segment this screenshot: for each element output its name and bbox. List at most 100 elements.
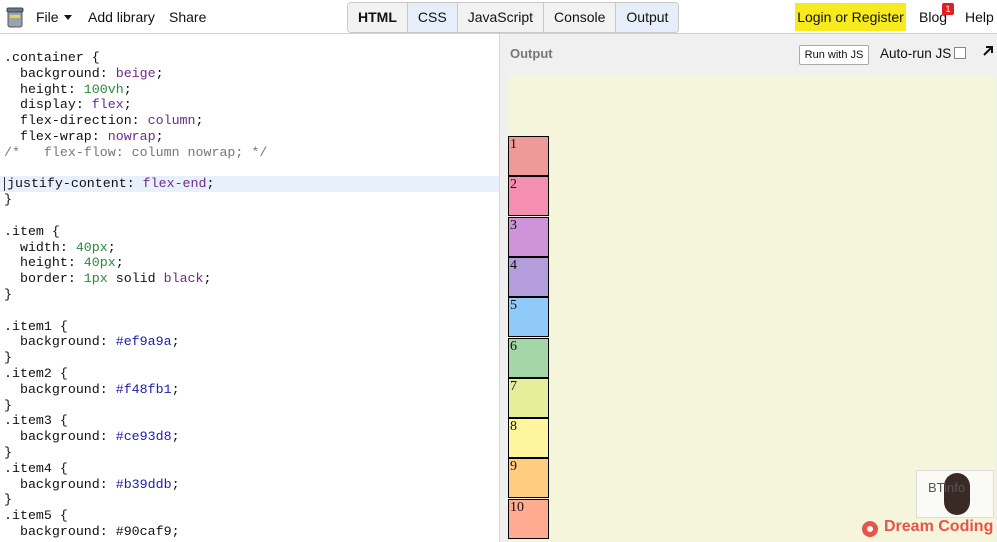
flex-item-3: 3 xyxy=(508,216,549,257)
video-watermark: BTinfo xyxy=(916,470,994,518)
output-title: Output xyxy=(510,46,553,61)
value-text: beige xyxy=(115,65,156,81)
value-text: #ef9a9a xyxy=(115,334,172,350)
add-library-menu[interactable]: Add library xyxy=(88,0,155,34)
brand-text: Dream Coding xyxy=(884,518,994,535)
value-text: column xyxy=(147,113,196,129)
code-line: .item4 { xyxy=(4,460,499,477)
selector-text: .item4 { xyxy=(4,460,68,476)
panel-tabs: HTML CSS JavaScript Console Output xyxy=(347,2,680,33)
code-line: background: #90caf9; xyxy=(4,523,499,540)
property-text: background: xyxy=(4,334,116,350)
selector-text: .item3 { xyxy=(4,413,68,429)
code-line: } xyxy=(4,445,499,461)
selector-text: .container { xyxy=(4,50,100,65)
brace-text: } xyxy=(4,397,12,413)
property-text: background: xyxy=(4,65,116,81)
property-text: width: xyxy=(4,239,76,255)
auto-run-label: Auto-run JS xyxy=(880,46,952,61)
code-line: .item5 { xyxy=(4,508,499,524)
code-line: } xyxy=(4,397,499,414)
code-line: background: #b39ddb; xyxy=(4,476,499,493)
expand-arrow-icon[interactable] xyxy=(981,44,995,58)
punct-text: ; xyxy=(206,176,215,192)
value-text: #f48fb1 xyxy=(115,381,172,397)
code-line: flex-direction: column; xyxy=(4,113,499,129)
tab-css[interactable]: CSS xyxy=(407,3,458,32)
code-content[interactable]: .container { background: beige; height: … xyxy=(0,50,499,540)
tab-output[interactable]: Output xyxy=(616,3,679,32)
flex-item-2: 2 xyxy=(508,176,549,217)
punct-text: ; xyxy=(155,128,164,144)
code-line: height: 40px; xyxy=(4,255,499,271)
code-line: width: 40px; xyxy=(4,239,499,256)
code-line: background: beige; xyxy=(4,65,499,82)
property-text: background: xyxy=(4,429,116,445)
brace-text: } xyxy=(4,492,12,508)
tab-javascript[interactable]: JavaScript xyxy=(458,3,545,32)
text-cursor xyxy=(4,176,5,191)
property-text: height: xyxy=(4,81,84,97)
flex-item-7: 7 xyxy=(508,377,549,418)
code-line: flex-wrap: nowrap; xyxy=(4,128,499,145)
punct-text: ; xyxy=(115,255,124,271)
code-line: height: 100vh; xyxy=(4,81,499,98)
tab-html[interactable]: HTML xyxy=(348,3,408,32)
value-text: 100vh xyxy=(83,81,124,97)
output-panel: Output Run with JS Auto-run JS 123456789… xyxy=(500,34,997,542)
code-line: .item1 { xyxy=(4,319,499,335)
code-line: display: flex; xyxy=(4,97,499,113)
help-link[interactable]: Help xyxy=(965,0,994,34)
value-text: flex xyxy=(91,97,124,113)
punct-text: ; xyxy=(123,81,132,97)
value-text: #ce93d8 xyxy=(115,429,172,445)
value-text: black xyxy=(163,271,204,287)
punct-text: ; xyxy=(107,239,116,255)
value-text: flex-end xyxy=(142,176,207,192)
value-text: 40px xyxy=(75,239,108,255)
selector-text: .item5 { xyxy=(4,508,68,524)
jsbin-logo-icon[interactable] xyxy=(6,5,24,29)
auto-run-checkbox[interactable] xyxy=(954,47,966,59)
top-toolbar: File Add library Share HTML CSS JavaScri… xyxy=(0,0,997,34)
run-with-js-button[interactable]: Run with JS xyxy=(799,45,869,65)
code-line: } xyxy=(4,492,499,508)
watermark-text: BTinfo xyxy=(928,480,966,495)
property-text: justify-content: xyxy=(7,176,143,192)
code-line: .item2 { xyxy=(4,365,499,382)
punct-text: ; xyxy=(123,97,132,113)
punct-text: ; xyxy=(203,271,212,287)
code-line: background: #ef9a9a; xyxy=(4,334,499,350)
flex-item-6: 6 xyxy=(508,337,549,378)
selector-text: .item2 { xyxy=(4,365,68,381)
comment-text: /* flex-flow: column nowrap; */ xyxy=(4,144,268,160)
code-line: .item3 { xyxy=(4,413,499,429)
property-text: background: xyxy=(4,381,116,397)
value-text: #b39ddb xyxy=(115,476,172,492)
code-line-active: justify-content: flex-end; xyxy=(0,176,499,193)
css-editor[interactable]: .container { background: beige; height: … xyxy=(0,34,500,542)
file-menu[interactable]: File xyxy=(36,0,72,34)
punct-text: ; xyxy=(171,429,180,445)
brace-text: } xyxy=(4,192,12,208)
property-text: height: xyxy=(4,255,84,271)
property-text: background: #90caf9; xyxy=(4,523,180,539)
property-text: display: xyxy=(4,97,92,113)
flex-item-10: 10 xyxy=(508,498,549,539)
brace-text: } xyxy=(4,350,12,366)
flex-item-9: 9 xyxy=(508,458,549,499)
code-line: } xyxy=(4,286,499,303)
login-register-button[interactable]: Login or Register xyxy=(795,3,906,31)
value-text: 40px xyxy=(83,255,116,271)
property-text: flex-direction: xyxy=(4,113,148,129)
punct-text: ; xyxy=(171,381,180,397)
brace-text: } xyxy=(4,286,12,302)
tab-console[interactable]: Console xyxy=(544,3,617,32)
property-text: flex-wrap: xyxy=(4,128,108,144)
share-menu[interactable]: Share xyxy=(169,0,206,34)
code-line: /* flex-flow: column nowrap; */ xyxy=(4,144,499,161)
code-line: border: 1px solid black; xyxy=(4,271,499,287)
value-text: nowrap xyxy=(107,128,156,144)
